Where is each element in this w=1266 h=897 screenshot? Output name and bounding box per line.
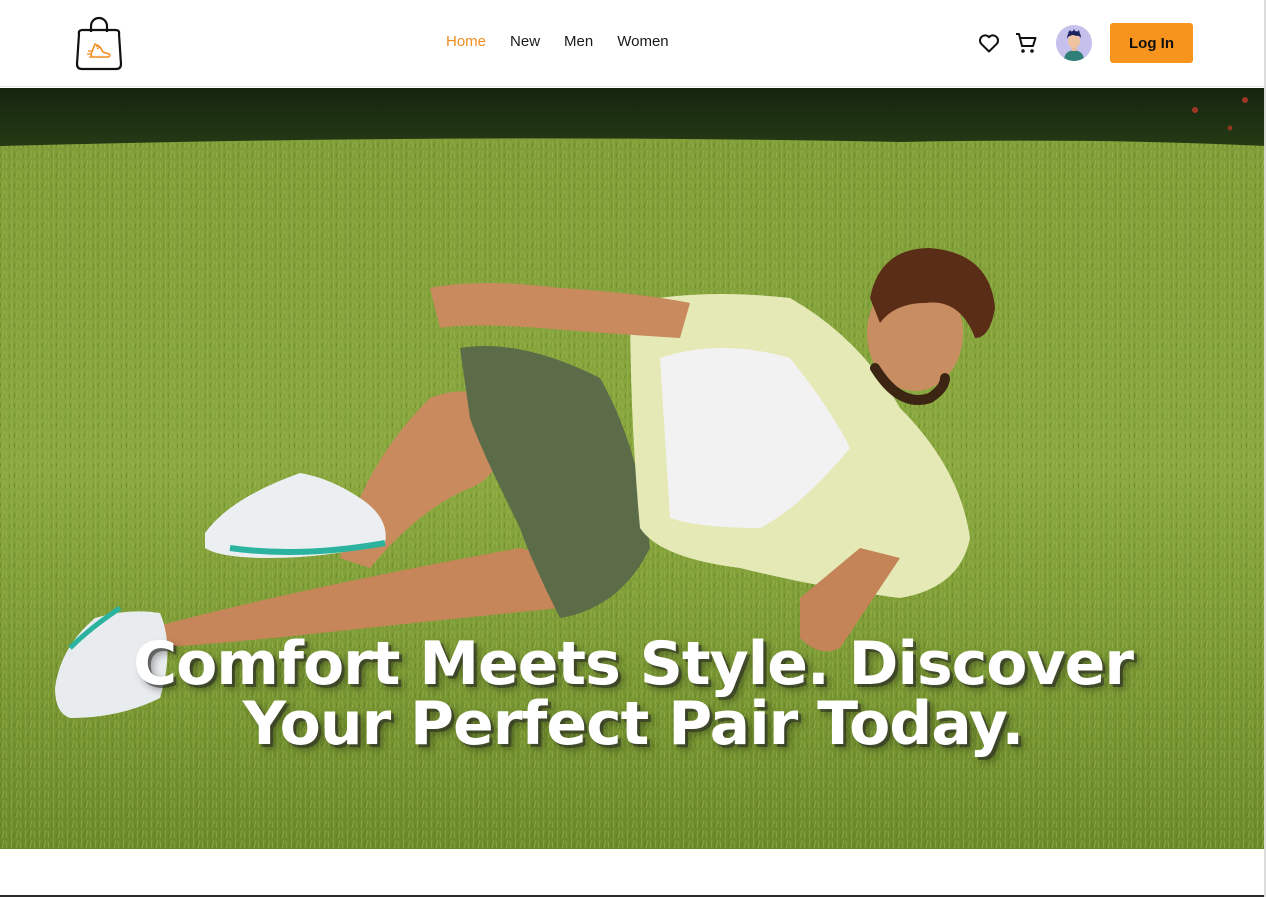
hero-title-line-2: Your Perfect Pair Today. [242,689,1025,759]
main-nav: Home New Men Women [446,32,669,52]
login-button[interactable]: Log In [1110,23,1193,63]
nav-link-women[interactable]: Women [617,32,668,52]
nav-link-home[interactable]: Home [446,32,486,52]
hero-title-line-1: Comfort Meets Style. Discover [133,629,1134,699]
nav-link-new[interactable]: New [510,32,540,52]
navbar: Home New Men Women Log In [0,0,1266,87]
hero-banner: Comfort Meets Style. Discover Your Perfe… [0,88,1266,849]
shopping-bag-logo-icon[interactable] [74,14,124,72]
user-avatar[interactable] [1056,25,1092,61]
heart-icon[interactable] [977,31,1001,55]
content-below-hero [0,849,1266,895]
user-avatar-icon [1056,25,1092,61]
hero-title: Comfort Meets Style. Discover Your Perfe… [0,634,1266,754]
cart-icon[interactable] [1013,30,1039,56]
nav-link-men[interactable]: Men [564,32,593,52]
